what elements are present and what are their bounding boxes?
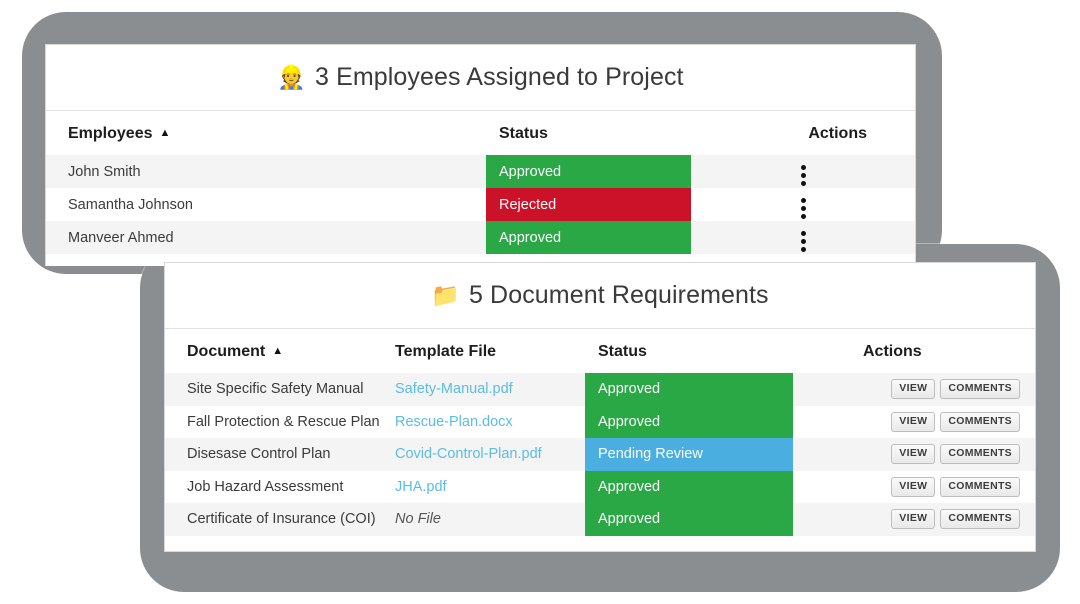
kebab-menu-icon[interactable]	[801, 231, 806, 252]
employee-name: Manveer Ahmed	[46, 221, 486, 254]
document-row: Fall Protection & Rescue Plan Rescue-Plan…	[165, 406, 1035, 439]
employee-name: Samantha Johnson	[46, 188, 486, 221]
status-badge: Approved	[585, 503, 793, 536]
documents-table-body: Site Specific Safety Manual Safety-Manual…	[165, 373, 1035, 536]
column-header-actions-label: Actions	[808, 125, 867, 142]
column-header-document-label: Document	[187, 343, 265, 360]
template-file-cell: No File	[389, 503, 585, 536]
view-button[interactable]: VIEW	[891, 379, 935, 399]
template-file-link[interactable]: Rescue-Plan.docx	[395, 414, 513, 430]
comments-button[interactable]: COMMENTS	[940, 477, 1020, 497]
document-actions-cell: VIEWCOMMENTS	[793, 373, 1035, 406]
view-button[interactable]: VIEW	[891, 509, 935, 529]
kebab-menu-icon[interactable]	[801, 198, 806, 219]
employee-status-cell: Rejected	[486, 188, 691, 221]
document-status-cell: Approved	[585, 503, 793, 536]
column-header-document[interactable]: Document ▲	[165, 329, 389, 373]
document-row: Certificate of Insurance (COI) No File App…	[165, 503, 1035, 536]
template-file-link[interactable]: Covid-Control-Plan.pdf	[395, 446, 542, 462]
status-badge: Approved	[585, 406, 793, 439]
template-file-cell: Rescue-Plan.docx	[389, 406, 585, 439]
document-actions-cell: VIEWCOMMENTS	[793, 503, 1035, 536]
template-file-cell: JHA.pdf	[389, 471, 585, 504]
document-status-cell: Pending Review	[585, 438, 793, 471]
document-status-cell: Approved	[585, 471, 793, 504]
document-status-cell: Approved	[585, 406, 793, 439]
employees-card-title: 3 Employees Assigned to Project	[315, 63, 684, 92]
column-header-actions-label: Actions	[863, 343, 922, 360]
documents-card-header: 📁 5 Document Requirements	[165, 263, 1035, 329]
folder-icon: 📁	[431, 284, 460, 307]
column-header-actions: Actions	[691, 111, 915, 155]
comments-button[interactable]: COMMENTS	[940, 509, 1020, 529]
document-name: Job Hazard Assessment	[165, 471, 389, 504]
document-row: Site Specific Safety Manual Safety-Manual…	[165, 373, 1035, 406]
employee-row: Manveer AhmedApproved	[46, 221, 915, 254]
employees-card: 👷 3 Employees Assigned to Project Employ…	[45, 44, 916, 266]
employee-status-cell: Approved	[486, 155, 691, 188]
sort-ascending-caret-icon: ▲	[272, 345, 283, 357]
view-button[interactable]: VIEW	[891, 444, 935, 464]
column-header-employees[interactable]: Employees ▲	[46, 111, 486, 155]
column-header-status[interactable]: Status	[486, 111, 691, 155]
document-row: Disesase Control Plan Covid-Control-Plan.…	[165, 438, 1035, 471]
column-header-template-file[interactable]: Template File	[389, 329, 585, 373]
status-badge: Approved	[486, 155, 691, 188]
employees-table-body: John SmithApprovedSamantha JohnsonReject…	[46, 155, 915, 254]
document-name: Site Specific Safety Manual	[165, 373, 389, 406]
document-name: Disesase Control Plan	[165, 438, 389, 471]
column-header-actions: Actions	[793, 329, 1035, 373]
document-status-cell: Approved	[585, 373, 793, 406]
template-file-cell: Safety-Manual.pdf	[389, 373, 585, 406]
document-row: Job Hazard AssessmentJHA.pdfApprovedVIEW…	[165, 471, 1035, 504]
status-badge: Rejected	[486, 188, 691, 221]
employees-table-header-row: Employees ▲ Status Actions	[46, 111, 915, 155]
status-badge: Approved	[486, 221, 691, 254]
comments-button[interactable]: COMMENTS	[940, 412, 1020, 432]
document-actions-cell: VIEWCOMMENTS	[793, 471, 1035, 504]
column-header-template-file-label: Template File	[395, 343, 496, 360]
view-button[interactable]: VIEW	[891, 477, 935, 497]
employee-actions-cell	[691, 188, 915, 221]
employee-name: John Smith	[46, 155, 486, 188]
employee-actions-cell	[691, 155, 915, 188]
column-header-employees-label: Employees	[68, 125, 152, 142]
template-file-cell: Covid-Control-Plan.pdf	[389, 438, 585, 471]
status-badge: Pending Review	[585, 438, 793, 471]
document-name: Fall Protection & Rescue Plan	[165, 406, 389, 439]
document-actions-cell: VIEWCOMMENTS	[793, 406, 1035, 439]
column-header-status-label: Status	[499, 125, 548, 142]
employee-actions-cell	[691, 221, 915, 254]
employees-table: Employees ▲ Status Actions John SmithAppr…	[46, 111, 915, 254]
comments-button[interactable]: COMMENTS	[940, 444, 1020, 464]
column-header-status-label: Status	[598, 343, 647, 360]
employee-status-cell: Approved	[486, 221, 691, 254]
documents-card-title: 5 Document Requirements	[469, 281, 769, 310]
status-badge: Approved	[585, 471, 793, 504]
employee-row: Samantha JohnsonRejected	[46, 188, 915, 221]
documents-card: 📁 5 Document Requirements Document ▲ Temp…	[164, 262, 1036, 552]
documents-table-header-row: Document ▲ Template File Status Actions	[165, 329, 1035, 373]
documents-table: Document ▲ Template File Status Actions S…	[165, 329, 1035, 536]
document-name: Certificate of Insurance (COI)	[165, 503, 389, 536]
employee-row: John SmithApproved	[46, 155, 915, 188]
template-file-link[interactable]: JHA.pdf	[395, 479, 447, 495]
sort-ascending-caret-icon: ▲	[159, 127, 170, 139]
comments-button[interactable]: COMMENTS	[940, 379, 1020, 399]
document-actions-cell: VIEWCOMMENTS	[793, 438, 1035, 471]
employees-card-header: 👷 3 Employees Assigned to Project	[46, 45, 915, 111]
template-file-empty-label: No File	[395, 511, 441, 527]
construction-worker-icon: 👷	[277, 66, 306, 89]
kebab-menu-icon[interactable]	[801, 165, 806, 186]
template-file-link[interactable]: Safety-Manual.pdf	[395, 381, 513, 397]
view-button[interactable]: VIEW	[891, 412, 935, 432]
status-badge: Approved	[585, 373, 793, 406]
column-header-status[interactable]: Status	[585, 329, 793, 373]
